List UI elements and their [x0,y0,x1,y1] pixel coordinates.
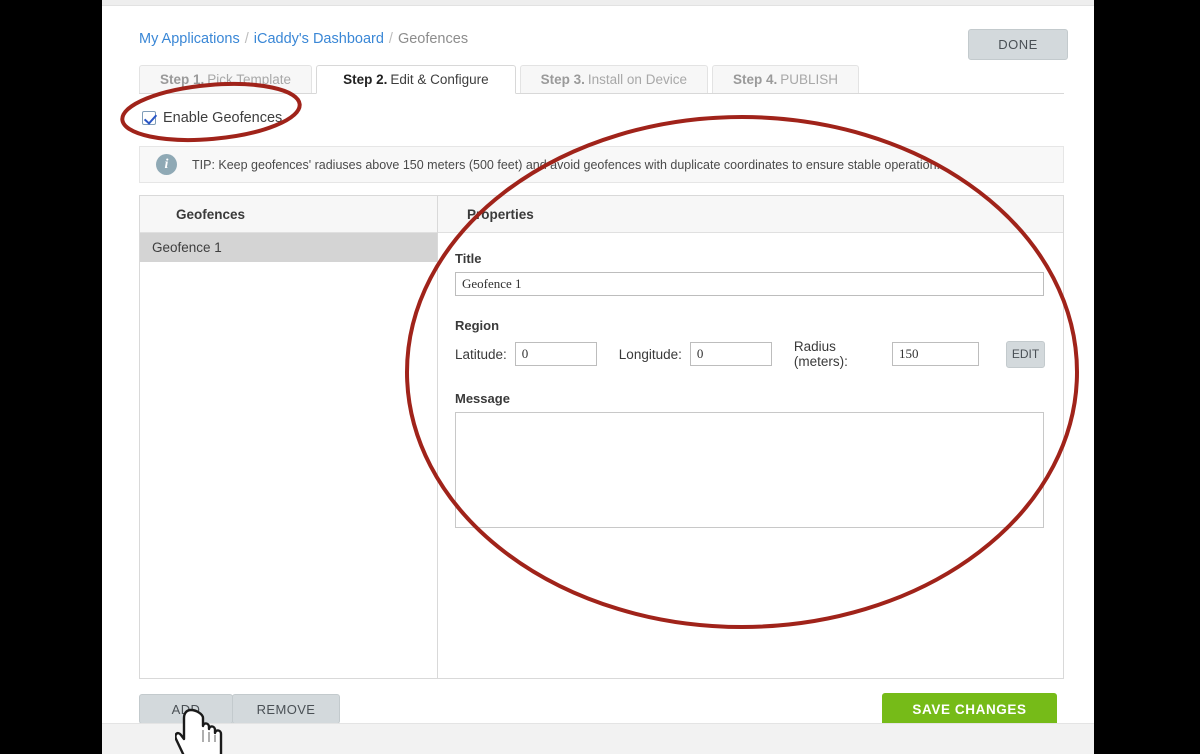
radius-input[interactable] [891,342,979,366]
tab-step-3-install-on-device[interactable]: Step 3. Install on Device [519,65,708,93]
message-label: Message [455,391,510,406]
tab-step-1-label: Pick Template [207,72,292,87]
breadcrumb-item-icaddys-dashboard[interactable]: iCaddy's Dashboard [254,31,384,47]
breadcrumb-separator: / [244,31,249,47]
enable-geofences-row[interactable]: Enable Geofences [142,110,282,126]
screenshot-stage: My Applications / iCaddy's Dashboard / Geofe… [0,0,1200,754]
tab-step-4-number: Step 4. [732,72,778,87]
breadcrumb-separator: / [388,31,393,47]
region-label: Region [455,318,500,333]
geofences-list-panel: Geofences Geofence 1 [140,196,438,678]
properties-heading: Properties [438,196,1063,233]
tab-step-2-label: Edit & Configure [390,72,489,87]
browser-viewport: My Applications / iCaddy's Dashboard / Geofe… [102,0,1094,754]
breadcrumb-item-my-applications[interactable]: My Applications [139,31,240,47]
tab-step-1-pick-template[interactable]: Step 1. Pick Template [139,65,313,93]
remove-button[interactable]: REMOVE [232,694,340,724]
page-content: My Applications / iCaddy's Dashboard / Geofe… [102,6,1094,726]
step-tabs: Step 1. Pick Template Step 2. Edit & Confi… [139,65,1064,94]
geofences-list-heading: Geofences [140,196,437,233]
message-textarea[interactable] [455,412,1044,528]
longitude-label: Longitude: [618,346,682,362]
tip-banner: i TIP: Keep geofences' radiuses above 15… [139,146,1064,183]
edit-region-button[interactable]: EDIT [1005,340,1045,368]
tab-step-2-edit-configure[interactable]: Step 2. Edit & Configure [316,65,516,94]
breadcrumb: My Applications / iCaddy's Dashboard / Geofe… [139,31,468,47]
geofences-panels: Geofences Geofence 1 Properties Title Re… [139,195,1064,679]
radius-label: Radius (meters): [793,339,848,369]
tab-step-3-number: Step 3. [540,72,585,87]
save-changes-button[interactable]: SAVE CHANGES [882,693,1057,726]
title-input[interactable] [455,272,1044,296]
done-button[interactable]: DONE [968,29,1068,60]
tab-step-1-number: Step 1. [160,72,205,87]
tab-step-4-publish[interactable]: Step 4. PUBLISH [711,65,860,93]
properties-panel: Properties Title Region Latitude: Longit… [438,196,1063,678]
breadcrumb-item-geofences: Geofences [397,31,469,47]
enable-geofences-checkbox[interactable] [142,111,156,125]
list-item-label: Geofence 1 [152,240,222,255]
list-item[interactable]: Geofence 1 [140,233,437,262]
tab-step-4-label: PUBLISH [780,72,839,87]
below-fold-area [102,723,1094,754]
latitude-label: Latitude: [455,346,507,362]
add-button[interactable]: ADD [139,694,233,724]
enable-geofences-label: Enable Geofences [163,110,283,126]
tip-text: TIP: Keep geofences' radiuses above 150 … [192,157,940,172]
region-row: Latitude: Longitude: Radius (meters): ED… [455,339,1045,369]
tab-step-3-label: Install on Device [587,72,687,87]
info-icon: i [156,154,177,175]
properties-form: Title Region Latitude: Longitude: Radius… [438,233,1063,533]
title-label: Title [455,251,482,266]
tab-step-2-number: Step 2. [343,72,388,87]
longitude-input[interactable] [689,342,772,366]
latitude-input[interactable] [514,342,597,366]
